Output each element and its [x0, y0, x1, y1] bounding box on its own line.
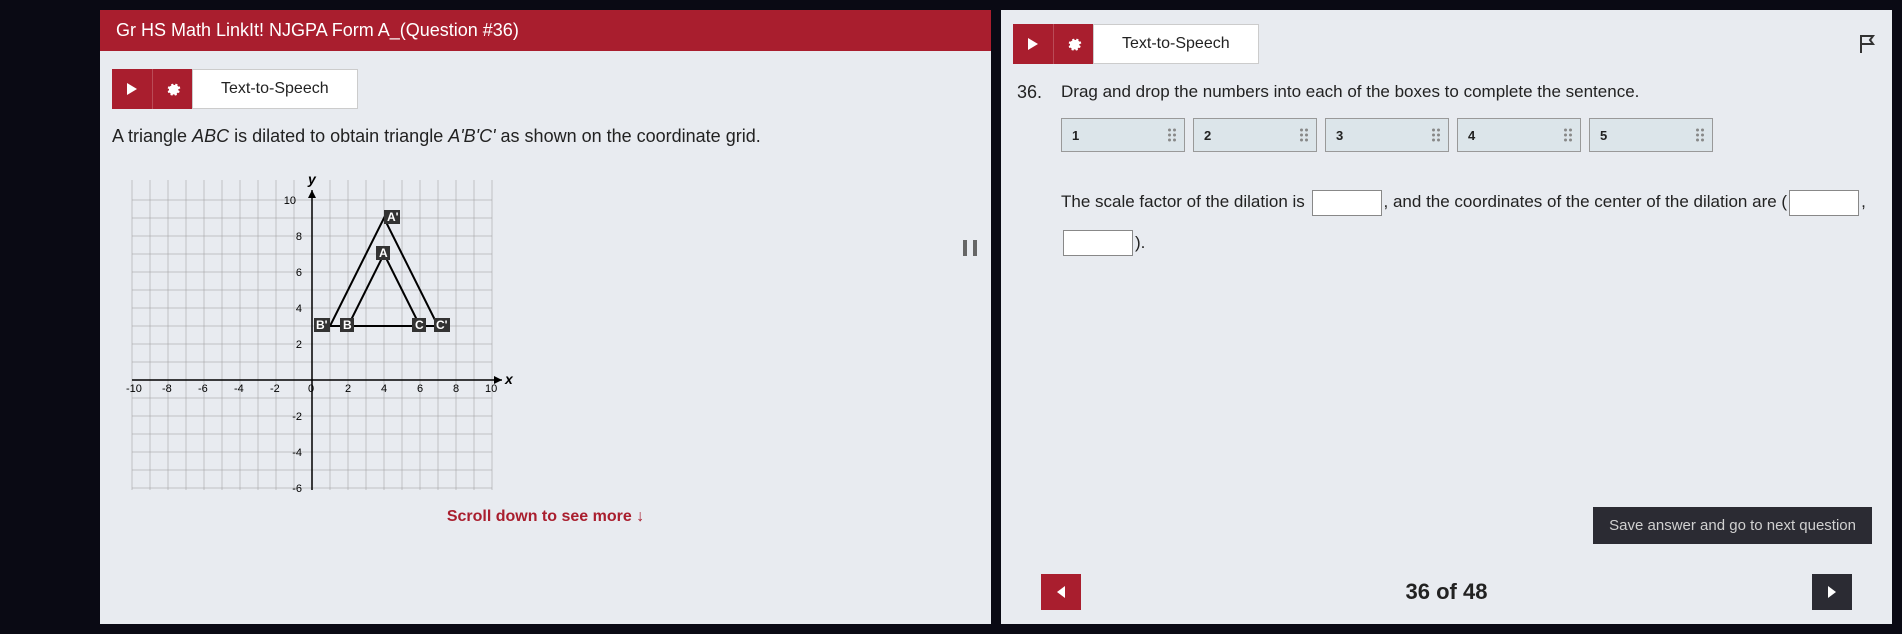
tts-play-button[interactable]: [112, 69, 152, 109]
drag-tile[interactable]: 3: [1325, 118, 1449, 152]
sentence-text: The scale factor of the dilation is: [1061, 192, 1310, 211]
svg-text:-2: -2: [270, 383, 280, 395]
svg-text:-6: -6: [292, 483, 302, 495]
svg-text:C': C': [436, 318, 448, 332]
svg-text:A': A': [387, 210, 399, 224]
assessment-title: Gr HS Math LinkIt! NJGPA Form A_(Questio…: [100, 10, 991, 51]
answer-sentence: The scale factor of the dilation is , an…: [1061, 182, 1876, 264]
tts-controls-right: Text-to-Speech: [1013, 24, 1259, 64]
play-icon: [125, 82, 139, 96]
tts-controls: Text-to-Speech: [112, 69, 979, 109]
tts-play-button[interactable]: [1013, 24, 1053, 64]
gear-icon: [165, 81, 181, 97]
svg-text:2: 2: [296, 339, 302, 351]
drag-tile[interactable]: 1: [1061, 118, 1185, 152]
drag-tile[interactable]: 2: [1193, 118, 1317, 152]
svg-text:y: y: [307, 171, 317, 187]
sentence-text: , and the coordinates of the center of t…: [1384, 192, 1788, 211]
drag-handle-icon: [1564, 129, 1572, 142]
drop-target-y[interactable]: [1063, 230, 1133, 256]
svg-text:-4: -4: [234, 383, 244, 395]
right-header: Text-to-Speech: [1001, 10, 1892, 78]
svg-text:2: 2: [345, 383, 351, 395]
tile-value: 4: [1468, 128, 1475, 143]
drag-tiles-container: 1 2 3 4 5: [1061, 118, 1876, 152]
svg-text:x: x: [504, 371, 514, 387]
drag-tile[interactable]: 5: [1589, 118, 1713, 152]
drag-tile[interactable]: 4: [1457, 118, 1581, 152]
svg-text:10: 10: [284, 195, 296, 207]
svg-text:8: 8: [296, 231, 302, 243]
svg-text:-2: -2: [292, 411, 302, 423]
play-icon: [1026, 37, 1040, 51]
svg-text:10: 10: [485, 383, 497, 395]
nav-footer: 36 of 48: [1001, 574, 1892, 610]
question-number: 36.: [1017, 82, 1047, 264]
tts-settings-button[interactable]: [1053, 24, 1093, 64]
tts-label: Text-to-Speech: [192, 69, 358, 109]
tts-label: Text-to-Speech: [1093, 24, 1259, 64]
gear-icon: [1066, 36, 1082, 52]
svg-text:-6: -6: [198, 383, 208, 395]
chevron-right-icon: [1824, 584, 1840, 600]
prev-question-button[interactable]: [1041, 574, 1081, 610]
progress-indicator: 36 of 48: [1406, 579, 1488, 605]
drop-target-scale[interactable]: [1312, 190, 1382, 216]
drag-handle-icon: [1300, 129, 1308, 142]
drag-handle-icon: [1696, 129, 1704, 142]
drop-target-x[interactable]: [1789, 190, 1859, 216]
tts-settings-button[interactable]: [152, 69, 192, 109]
q-text: as shown on the coordinate grid.: [496, 126, 761, 146]
q-tri1: ABC: [192, 126, 229, 146]
right-panel: Text-to-Speech 36. Drag and drop the num…: [1001, 10, 1892, 624]
flag-icon[interactable]: [1856, 32, 1880, 56]
question-instruction: Drag and drop the numbers into each of t…: [1061, 82, 1876, 102]
scroll-hint[interactable]: Scroll down to see more ↓: [100, 500, 991, 534]
sentence-text: ).: [1135, 233, 1145, 252]
question-stem: A triangle ABC is dilated to obtain tria…: [100, 123, 991, 160]
svg-text:6: 6: [417, 383, 423, 395]
chevron-left-icon: [1053, 584, 1069, 600]
svg-text:6: 6: [296, 267, 302, 279]
drag-handle-icon: [1432, 129, 1440, 142]
svg-text:8: 8: [453, 383, 459, 395]
q-text: is dilated to obtain triangle: [229, 126, 448, 146]
question-body: 36. Drag and drop the numbers into each …: [1001, 78, 1892, 268]
tile-value: 2: [1204, 128, 1211, 143]
pause-icon: [963, 240, 977, 256]
svg-text:B: B: [343, 318, 352, 332]
next-question-button[interactable]: [1812, 574, 1852, 610]
coordinate-grid: x y -10 -8 -6 -4 -2 0 2 4 6 8 10 10 8 6 4 2 -2 -4 -6 A' A…: [112, 160, 522, 500]
tile-value: 1: [1072, 128, 1079, 143]
svg-text:A: A: [379, 246, 388, 260]
tile-value: 5: [1600, 128, 1607, 143]
svg-text:-8: -8: [162, 383, 172, 395]
tile-value: 3: [1336, 128, 1343, 143]
svg-text:B': B': [316, 318, 328, 332]
svg-text:0: 0: [308, 383, 314, 395]
q-text: A triangle: [112, 126, 192, 146]
svg-text:4: 4: [296, 303, 302, 315]
save-next-button[interactable]: Save answer and go to next question: [1593, 507, 1872, 544]
svg-text:-10: -10: [126, 383, 142, 395]
sentence-text: ,: [1861, 192, 1866, 211]
question-content: Drag and drop the numbers into each of t…: [1061, 82, 1876, 264]
svg-text:4: 4: [381, 383, 387, 395]
svg-text:-4: -4: [292, 447, 302, 459]
drag-handle-icon: [1168, 129, 1176, 142]
q-tri2: A'B'C': [448, 126, 495, 146]
left-panel: Gr HS Math LinkIt! NJGPA Form A_(Questio…: [100, 10, 991, 624]
svg-text:C: C: [415, 318, 424, 332]
